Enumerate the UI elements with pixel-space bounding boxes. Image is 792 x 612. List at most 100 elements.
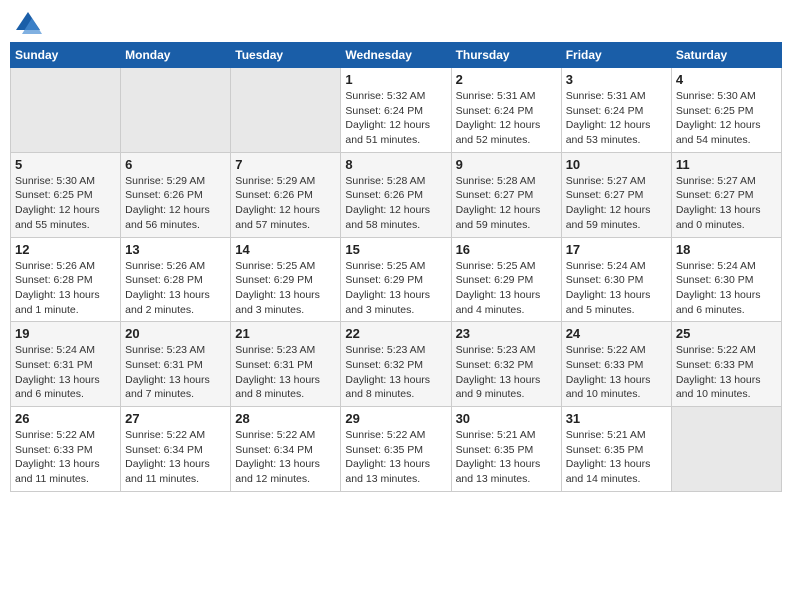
- day-number: 13: [125, 242, 226, 257]
- calendar-cell: [121, 68, 231, 153]
- calendar-cell: 20 Sunrise: 5:23 AM Sunset: 6:31 PM Dayli…: [121, 322, 231, 407]
- day-info: Sunrise: 5:23 AM Sunset: 6:31 PM Dayligh…: [235, 343, 336, 402]
- calendar-cell: 27 Sunrise: 5:22 AM Sunset: 6:34 PM Dayli…: [121, 407, 231, 492]
- calendar-cell: 11 Sunrise: 5:27 AM Sunset: 6:27 PM Dayli…: [671, 152, 781, 237]
- calendar-cell: 19 Sunrise: 5:24 AM Sunset: 6:31 PM Dayli…: [11, 322, 121, 407]
- calendar-cell: 3 Sunrise: 5:31 AM Sunset: 6:24 PM Daylig…: [561, 68, 671, 153]
- day-info: Sunrise: 5:24 AM Sunset: 6:30 PM Dayligh…: [566, 259, 667, 318]
- day-number: 22: [345, 326, 446, 341]
- day-info: Sunrise: 5:24 AM Sunset: 6:30 PM Dayligh…: [676, 259, 777, 318]
- calendar-cell: 5Sunrise: 5:30 AM Sunset: 6:25 PM Daylig…: [11, 152, 121, 237]
- day-info: Sunrise: 5:26 AM Sunset: 6:28 PM Dayligh…: [125, 259, 226, 318]
- calendar-cell: [231, 68, 341, 153]
- day-info: Sunrise: 5:23 AM Sunset: 6:31 PM Dayligh…: [125, 343, 226, 402]
- day-info: Sunrise: 5:23 AM Sunset: 6:32 PM Dayligh…: [456, 343, 557, 402]
- day-info: Sunrise: 5:27 AM Sunset: 6:27 PM Dayligh…: [566, 174, 667, 233]
- logo-icon: [14, 10, 42, 34]
- day-number: 6: [125, 157, 226, 172]
- day-number: 29: [345, 411, 446, 426]
- day-number: 26: [15, 411, 116, 426]
- day-info: Sunrise: 5:22 AM Sunset: 6:33 PM Dayligh…: [676, 343, 777, 402]
- calendar-cell: 26 Sunrise: 5:22 AM Sunset: 6:33 PM Dayli…: [11, 407, 121, 492]
- day-info: Sunrise: 5:29 AM Sunset: 6:26 PM Dayligh…: [235, 174, 336, 233]
- calendar-cell: 31Sunrise: 5:21 AM Sunset: 6:35 PM Dayli…: [561, 407, 671, 492]
- page-header: [10, 10, 782, 34]
- day-number: 1: [345, 72, 446, 87]
- calendar-cell: 16 Sunrise: 5:25 AM Sunset: 6:29 PM Dayli…: [451, 237, 561, 322]
- day-number: 7: [235, 157, 336, 172]
- weekday-header-wednesday: Wednesday: [341, 43, 451, 68]
- day-number: 25: [676, 326, 777, 341]
- calendar-cell: [11, 68, 121, 153]
- calendar-cell: 29Sunrise: 5:22 AM Sunset: 6:35 PM Dayli…: [341, 407, 451, 492]
- day-number: 8: [345, 157, 446, 172]
- calendar-cell: 7 Sunrise: 5:29 AM Sunset: 6:26 PM Daylig…: [231, 152, 341, 237]
- day-info: Sunrise: 5:24 AM Sunset: 6:31 PM Dayligh…: [15, 343, 116, 402]
- weekday-header-friday: Friday: [561, 43, 671, 68]
- calendar-cell: 24Sunrise: 5:22 AM Sunset: 6:33 PM Dayli…: [561, 322, 671, 407]
- calendar-cell: 6 Sunrise: 5:29 AM Sunset: 6:26 PM Daylig…: [121, 152, 231, 237]
- day-number: 18: [676, 242, 777, 257]
- day-number: 15: [345, 242, 446, 257]
- day-info: Sunrise: 5:27 AM Sunset: 6:27 PM Dayligh…: [676, 174, 777, 233]
- day-info: Sunrise: 5:26 AM Sunset: 6:28 PM Dayligh…: [15, 259, 116, 318]
- logo: [14, 10, 46, 34]
- weekday-header-monday: Monday: [121, 43, 231, 68]
- calendar-cell: 1Sunrise: 5:32 AM Sunset: 6:24 PM Daylig…: [341, 68, 451, 153]
- calendar-table: SundayMondayTuesdayWednesdayThursdayFrid…: [10, 42, 782, 492]
- weekday-header-tuesday: Tuesday: [231, 43, 341, 68]
- day-info: Sunrise: 5:30 AM Sunset: 6:25 PM Dayligh…: [676, 89, 777, 148]
- calendar-week-3: 12Sunrise: 5:26 AM Sunset: 6:28 PM Dayli…: [11, 237, 782, 322]
- day-info: Sunrise: 5:22 AM Sunset: 6:33 PM Dayligh…: [15, 428, 116, 487]
- day-number: 4: [676, 72, 777, 87]
- day-info: Sunrise: 5:22 AM Sunset: 6:33 PM Dayligh…: [566, 343, 667, 402]
- calendar-week-2: 5Sunrise: 5:30 AM Sunset: 6:25 PM Daylig…: [11, 152, 782, 237]
- calendar-cell: 17 Sunrise: 5:24 AM Sunset: 6:30 PM Dayli…: [561, 237, 671, 322]
- calendar-cell: 22 Sunrise: 5:23 AM Sunset: 6:32 PM Dayli…: [341, 322, 451, 407]
- day-number: 17: [566, 242, 667, 257]
- day-info: Sunrise: 5:31 AM Sunset: 6:24 PM Dayligh…: [456, 89, 557, 148]
- weekday-header-row: SundayMondayTuesdayWednesdayThursdayFrid…: [11, 43, 782, 68]
- weekday-header-saturday: Saturday: [671, 43, 781, 68]
- calendar-cell: 23 Sunrise: 5:23 AM Sunset: 6:32 PM Dayli…: [451, 322, 561, 407]
- day-number: 2: [456, 72, 557, 87]
- day-info: Sunrise: 5:28 AM Sunset: 6:27 PM Dayligh…: [456, 174, 557, 233]
- calendar-cell: 28 Sunrise: 5:22 AM Sunset: 6:34 PM Dayli…: [231, 407, 341, 492]
- calendar-cell: 14 Sunrise: 5:25 AM Sunset: 6:29 PM Dayli…: [231, 237, 341, 322]
- day-number: 16: [456, 242, 557, 257]
- calendar-cell: 30 Sunrise: 5:21 AM Sunset: 6:35 PM Dayli…: [451, 407, 561, 492]
- day-info: Sunrise: 5:25 AM Sunset: 6:29 PM Dayligh…: [345, 259, 446, 318]
- day-info: Sunrise: 5:23 AM Sunset: 6:32 PM Dayligh…: [345, 343, 446, 402]
- day-number: 11: [676, 157, 777, 172]
- calendar-week-4: 19 Sunrise: 5:24 AM Sunset: 6:31 PM Dayli…: [11, 322, 782, 407]
- calendar-cell: 25 Sunrise: 5:22 AM Sunset: 6:33 PM Dayli…: [671, 322, 781, 407]
- day-info: Sunrise: 5:22 AM Sunset: 6:34 PM Dayligh…: [235, 428, 336, 487]
- day-info: Sunrise: 5:31 AM Sunset: 6:24 PM Dayligh…: [566, 89, 667, 148]
- day-info: Sunrise: 5:25 AM Sunset: 6:29 PM Dayligh…: [456, 259, 557, 318]
- calendar-cell: 12Sunrise: 5:26 AM Sunset: 6:28 PM Dayli…: [11, 237, 121, 322]
- calendar-cell: 21 Sunrise: 5:23 AM Sunset: 6:31 PM Dayli…: [231, 322, 341, 407]
- calendar-cell: 15 Sunrise: 5:25 AM Sunset: 6:29 PM Dayli…: [341, 237, 451, 322]
- day-number: 28: [235, 411, 336, 426]
- calendar-cell: 18 Sunrise: 5:24 AM Sunset: 6:30 PM Dayli…: [671, 237, 781, 322]
- weekday-header-thursday: Thursday: [451, 43, 561, 68]
- day-info: Sunrise: 5:28 AM Sunset: 6:26 PM Dayligh…: [345, 174, 446, 233]
- day-number: 10: [566, 157, 667, 172]
- day-info: Sunrise: 5:22 AM Sunset: 6:34 PM Dayligh…: [125, 428, 226, 487]
- day-number: 20: [125, 326, 226, 341]
- day-number: 30: [456, 411, 557, 426]
- day-info: Sunrise: 5:21 AM Sunset: 6:35 PM Dayligh…: [456, 428, 557, 487]
- calendar-cell: 2 Sunrise: 5:31 AM Sunset: 6:24 PM Daylig…: [451, 68, 561, 153]
- day-number: 19: [15, 326, 116, 341]
- calendar-week-5: 26 Sunrise: 5:22 AM Sunset: 6:33 PM Dayli…: [11, 407, 782, 492]
- day-number: 27: [125, 411, 226, 426]
- day-info: Sunrise: 5:30 AM Sunset: 6:25 PM Dayligh…: [15, 174, 116, 233]
- day-number: 23: [456, 326, 557, 341]
- day-info: Sunrise: 5:29 AM Sunset: 6:26 PM Dayligh…: [125, 174, 226, 233]
- calendar-cell: 9 Sunrise: 5:28 AM Sunset: 6:27 PM Daylig…: [451, 152, 561, 237]
- day-info: Sunrise: 5:25 AM Sunset: 6:29 PM Dayligh…: [235, 259, 336, 318]
- day-number: 14: [235, 242, 336, 257]
- day-number: 21: [235, 326, 336, 341]
- day-number: 9: [456, 157, 557, 172]
- day-number: 3: [566, 72, 667, 87]
